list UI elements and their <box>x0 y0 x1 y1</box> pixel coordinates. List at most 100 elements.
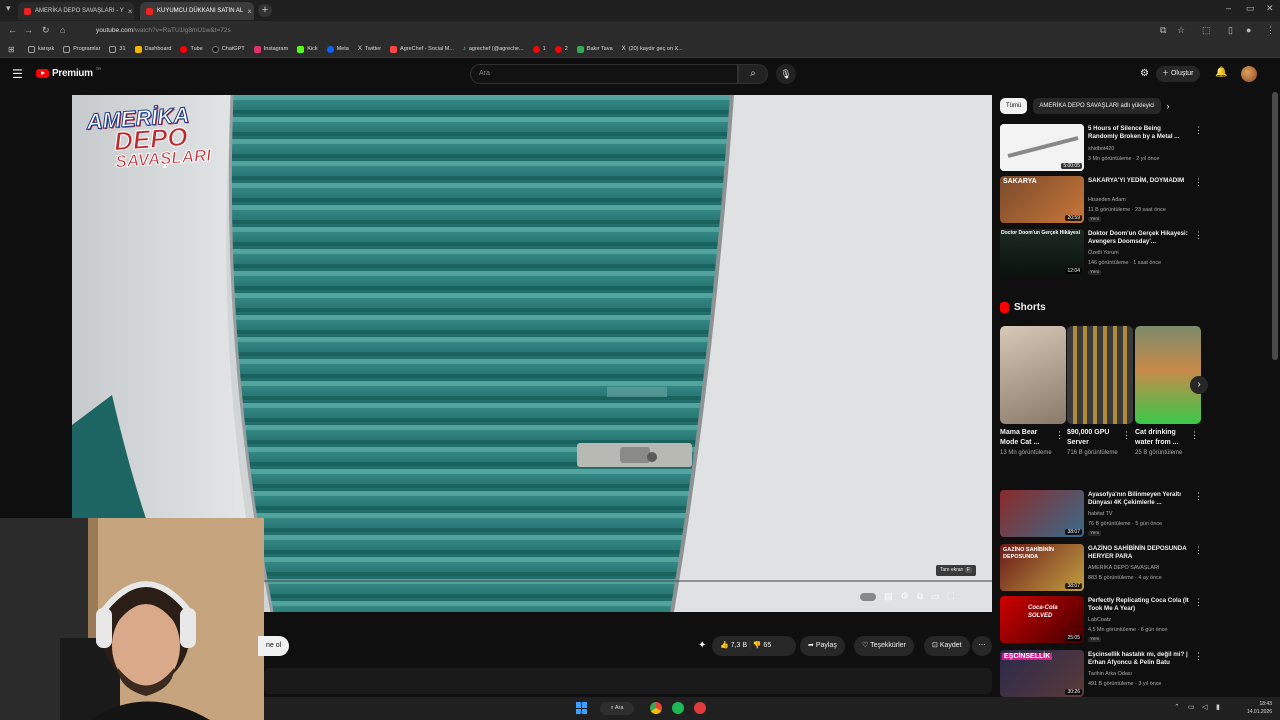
short-title[interactable]: $90,000 GPU Server <box>1067 428 1123 448</box>
bookmark-item[interactable]: Bakır Tava <box>576 45 613 53</box>
video-title[interactable]: Eşcinsellik hastalık mı, değil mi? | Erh… <box>1088 651 1192 667</box>
youtube-premium-logo[interactable]: Premium TR <box>36 66 101 79</box>
video-title[interactable]: SAKARYA'YI YEDİM, DOYMADIM <box>1088 177 1192 185</box>
video-title[interactable]: Ayasofya'nın Bilinmeyen Yeraltı Dünyası … <box>1088 491 1192 507</box>
video-title[interactable]: GAZİNO SAHİBİNİN DEPOSUNDA HERYER PARA <box>1088 545 1192 561</box>
video-title[interactable]: 5 Hours of Silence Being Randomly Broken… <box>1088 125 1192 141</box>
video-thumbnail[interactable]: SAKARYA 20:59 <box>1000 176 1084 223</box>
video-title[interactable]: Perfectly Replicating Coca Cola (It Took… <box>1088 597 1192 613</box>
save-button[interactable]: ⊡ Kaydet <box>924 636 970 656</box>
new-tab-button[interactable]: + <box>258 4 272 17</box>
taskbar-clock[interactable]: 18:43 14.01.2026 <box>1247 700 1272 716</box>
channel-name[interactable]: habitat TV <box>1088 511 1112 517</box>
bookmark-item[interactable]: ChatGPT <box>211 45 245 53</box>
voice-search-button[interactable]: 🎙 <box>776 64 796 84</box>
more-options-icon[interactable]: ⋮ <box>1194 177 1203 188</box>
short-thumbnail[interactable] <box>1000 326 1066 424</box>
minimize-icon[interactable]: – <box>1226 3 1231 13</box>
browser-tab-2[interactable]: KUYUMCU DÜKKANI SATIN AL × <box>140 2 254 20</box>
channel-name[interactable]: Tarihin Arka Odası <box>1088 671 1132 677</box>
theater-mode-icon[interactable]: ▭ <box>931 591 940 602</box>
hamburger-menu-icon[interactable]: ☰ <box>12 67 23 81</box>
reload-icon[interactable]: ↻ <box>42 25 50 36</box>
short-title[interactable]: Cat drinking water from ... <box>1135 428 1191 448</box>
account-avatar[interactable] <box>1241 66 1257 82</box>
more-options-icon[interactable]: ⋮ <box>1194 597 1203 608</box>
bookmark-item[interactable]: ♪ agrechef (@agreche... <box>463 46 524 52</box>
miniplayer-icon[interactable]: ⧉ <box>917 591 923 602</box>
spotify-taskbar-icon[interactable] <box>672 702 684 714</box>
chip-all[interactable]: Tümü <box>1000 98 1028 114</box>
more-options-icon[interactable]: ⋮ <box>1194 651 1203 662</box>
taskbar-search[interactable]: ⌕ Ara <box>600 702 634 715</box>
subscribe-button[interactable]: ne ol <box>258 636 290 656</box>
notifications-bell-icon[interactable]: 🔔 <box>1215 67 1227 78</box>
channel-name[interactable]: Hisseden Adam <box>1088 197 1126 203</box>
browser-tab-1[interactable]: AMERİKA DEPO SAVAŞLARI - Y × <box>18 2 134 20</box>
create-button[interactable]: ＋ Oluştur <box>1156 66 1200 82</box>
more-options-icon[interactable]: ⋮ <box>1190 430 1199 441</box>
bookmark-item[interactable]: Instagram <box>253 45 288 53</box>
search-input[interactable]: Ara <box>470 64 738 84</box>
bookmark-item[interactable]: karışık <box>28 45 54 53</box>
more-options-icon[interactable]: ⋮ <box>1194 545 1203 556</box>
dislike-button[interactable]: 👎 65 <box>753 642 771 649</box>
address-bar[interactable]: youtube.com/watch?v=RaTU1lg8mU1w&t=72s <box>80 24 1160 38</box>
tray-volume-icon[interactable]: ◁ <box>1202 703 1207 711</box>
extensions-icon[interactable]: ⬚ <box>1202 25 1211 36</box>
related-video[interactable]: Coca-Cola SOLVED 25:05 Perfectly Replica… <box>1000 596 1203 646</box>
short-thumbnail[interactable] <box>1067 326 1133 424</box>
video-title[interactable]: Doktor Doom'un Gerçek Hikayesi: Avengers… <box>1088 230 1192 246</box>
related-video[interactable]: EŞCİNSELLİK 30:26 Eşcinsellik hastalık m… <box>1000 650 1203 700</box>
channel-name[interactable]: LabCoatz <box>1088 617 1111 623</box>
app-taskbar-icon[interactable] <box>694 702 706 714</box>
more-options-icon[interactable]: ⋮ <box>1194 125 1203 136</box>
bookmark-item[interactable]: 31 <box>109 45 126 53</box>
bookmark-item[interactable]: Kick <box>297 45 318 53</box>
short-item[interactable]: $90,000 GPU Server 716 B görüntüleme ⋮ <box>1067 326 1133 458</box>
more-options-icon[interactable]: ⋮ <box>1194 491 1203 502</box>
short-thumbnail[interactable] <box>1135 326 1201 424</box>
more-options-icon[interactable]: ⋮ <box>1122 430 1131 441</box>
chrome-taskbar-icon[interactable] <box>650 702 662 714</box>
settings-gear-icon[interactable]: ⚙ <box>901 591 909 602</box>
channel-name[interactable]: shidbot420 <box>1088 146 1114 152</box>
like-button[interactable]: 👍 7,3 B <box>720 642 747 649</box>
thanks-button[interactable]: ♡ Teşekkürler <box>854 636 914 656</box>
channel-name[interactable]: AMERİKA DEPO SAVAŞLARI <box>1088 565 1159 571</box>
back-icon[interactable]: ← <box>8 25 17 35</box>
close-window-icon[interactable]: ✕ <box>1266 3 1274 14</box>
subtitles-icon[interactable]: ▤ <box>884 591 893 602</box>
install-app-icon[interactable]: ⧉ <box>1160 25 1166 36</box>
short-item[interactable]: Cat drinking water from ... 25 B görüntü… <box>1135 326 1201 458</box>
tray-network-icon[interactable]: ▭ <box>1188 703 1195 711</box>
related-video[interactable]: 38:07 Ayasofya'nın Bilinmeyen Yeraltı Dü… <box>1000 490 1203 540</box>
share-button[interactable]: ➦ Paylaş <box>800 636 845 656</box>
sidebar-icon[interactable]: ▯ <box>1228 25 1233 36</box>
video-thumbnail[interactable]: GAZİNO SAHİBİNİN DEPOSUNDA 38:07 <box>1000 544 1084 591</box>
bookmark-item[interactable]: 2 <box>554 45 568 53</box>
bookmark-item[interactable]: AgreChef - Social M... <box>390 45 454 53</box>
bookmark-item[interactable]: Dashboard <box>134 45 171 53</box>
search-button[interactable]: ⌕ <box>738 64 768 84</box>
page-scrollbar[interactable] <box>1272 92 1278 360</box>
bookmark-item[interactable]: Tube <box>180 45 203 53</box>
autoplay-toggle-icon[interactable] <box>860 593 876 601</box>
apps-grid-icon[interactable]: ⊞ <box>8 45 15 54</box>
bookmark-star-icon[interactable]: ☆ <box>1177 25 1185 36</box>
related-video[interactable]: Doctor Doom'un Gerçek Hikâyesi 12:04 Dok… <box>1000 229 1203 279</box>
tab-menu-icon[interactable]: ▾ <box>6 3 11 14</box>
short-title[interactable]: Mama Bear Mode Cat ... <box>1000 428 1056 448</box>
profile-avatar-icon[interactable]: ● <box>1246 25 1251 35</box>
more-options-icon[interactable]: ⋮ <box>1194 230 1203 241</box>
related-video[interactable]: SAKARYA 20:59 SAKARYA'YI YEDİM, DOYMADIM… <box>1000 176 1203 226</box>
windows-start-icon[interactable] <box>576 702 588 714</box>
channel-name[interactable]: Özetli Yorum <box>1088 250 1119 256</box>
video-thumbnail[interactable]: 38:07 <box>1000 490 1084 537</box>
tray-chevron-icon[interactable]: ⌃ <box>1174 703 1180 711</box>
more-options-icon[interactable]: ⋮ <box>1055 430 1064 441</box>
bookmark-item[interactable]: X (20) kaydır geç on X... <box>622 46 683 52</box>
close-tab-icon[interactable]: × <box>128 7 133 16</box>
video-thumbnail[interactable]: Doctor Doom'un Gerçek Hikâyesi 12:04 <box>1000 229 1084 276</box>
more-actions-button[interactable]: ⋯ <box>972 636 992 656</box>
